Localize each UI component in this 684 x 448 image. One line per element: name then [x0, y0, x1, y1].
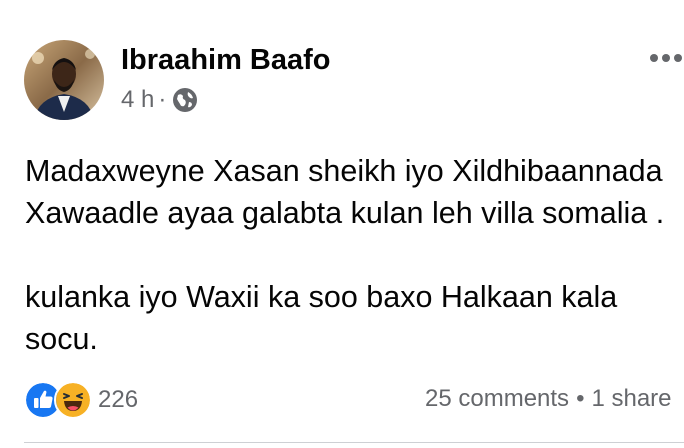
post-meta: 4 h ·: [121, 86, 198, 114]
post-text-line: kulanka iyo Waxii ka soo baxo Halkaan ka…: [25, 280, 618, 314]
author-name[interactable]: Ibraahim Baafo: [121, 44, 331, 77]
shares-count[interactable]: 1 share: [591, 385, 671, 412]
haha-icon: [54, 381, 92, 419]
engagement-stats: 25 comments • 1 share: [425, 385, 684, 413]
divider: [24, 442, 684, 443]
feed-post: Ibraahim Baafo 4 h · Madaxweyne Xasan sh…: [0, 0, 684, 448]
reaction-count[interactable]: 226: [98, 386, 138, 414]
comments-count[interactable]: 25 comments: [425, 385, 569, 412]
globe-icon: [173, 88, 198, 112]
post-text-line: Madaxweyne Xasan sheikh iyo Xildhibaanna…: [25, 154, 663, 188]
post-time[interactable]: 4 h: [121, 86, 154, 114]
avatar-photo: [24, 40, 104, 120]
meta-separator: ·: [158, 86, 167, 113]
stats-separator: •: [576, 385, 585, 412]
post-body: Madaxweyne Xasan sheikh iyo Xildhibaanna…: [25, 150, 684, 360]
author-avatar[interactable]: [24, 40, 104, 120]
post-text-line: Xawaadle ayaa galabta kulan leh villa so…: [25, 196, 665, 230]
more-options-icon[interactable]: [648, 48, 684, 68]
post-text-line: socu.: [25, 322, 98, 356]
reactions-summary[interactable]: 226: [24, 381, 138, 419]
